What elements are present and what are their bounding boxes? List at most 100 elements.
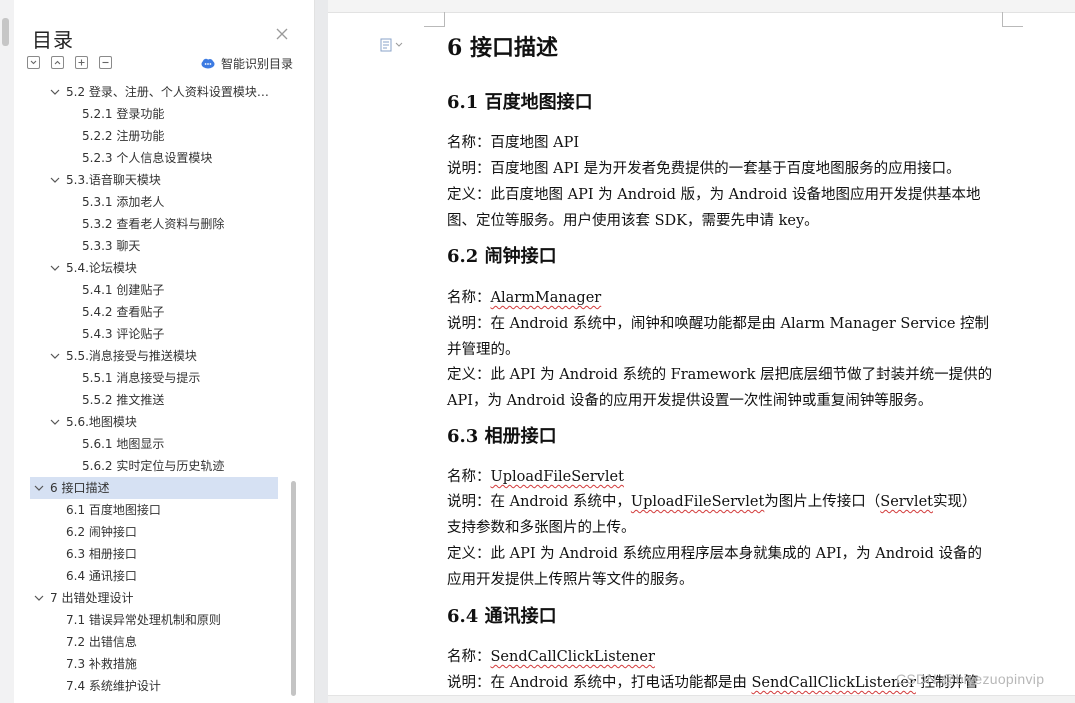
toc-item[interactable]: 7 出错处理设计 [30, 587, 278, 609]
toc-item[interactable]: 6.2 闹钟接口 [30, 521, 278, 543]
chevron-down-icon[interactable] [50, 418, 60, 426]
toc-item[interactable]: 5.4.2 查看贴子 [30, 301, 278, 323]
toc-item[interactable]: 7.3 补救措施 [30, 653, 278, 675]
heading-6-2: 6.2 闹钟接口 [447, 246, 557, 267]
paragraph-line: API，为 Android 设备的应用开发提供设置一次性闹钟或重复闹钟等服务。 [447, 393, 933, 409]
chevron-down-icon[interactable] [50, 264, 60, 272]
paragraph-line: 名称：AlarmManager [447, 286, 1007, 307]
spellcheck-word: AlarmManager [490, 290, 602, 306]
toc-item-active[interactable]: 6 接口描述 [30, 477, 278, 499]
paragraph-line: 说明：在 Android 系统中，闹钟和唤醒功能都是由 Alarm Manage… [447, 316, 990, 332]
spellcheck-word: SendCallClickListener [751, 675, 916, 691]
toc-item[interactable]: 7.1 错误异常处理机制和原则 [30, 609, 278, 631]
toc-scrollbar-thumb[interactable] [291, 481, 296, 696]
toc-item[interactable]: 5.3.语音聊天模块 [30, 169, 278, 191]
toc-item-label: 5.2.3 个人信息设置模块 [82, 151, 213, 165]
toc-item-label: 5.2.1 登录功能 [82, 107, 165, 121]
toc-item[interactable]: 5.4.1 创建贴子 [30, 279, 278, 301]
toc-item[interactable]: 5.5.2 推文推送 [30, 389, 278, 411]
margin-corner-mark [1002, 12, 1023, 27]
spellcheck-word: UploadFileServlet [490, 469, 624, 485]
toc-item[interactable]: 5.5.1 消息接受与提示 [30, 367, 278, 389]
toc-item[interactable]: 5.2.3 个人信息设置模块 [30, 147, 278, 169]
chevron-down-icon[interactable] [34, 594, 44, 602]
paragraph-line: 定义：此 API 为 Android 系统的 Framework 层把底层细节做… [447, 367, 993, 383]
paragraph-line: 定义：此 API 为 Android 系统应用程序层本身就集成的 API，为 A… [447, 546, 983, 562]
toc-item-label: 5.2 登录、注册、个人资料设置模块 ... [66, 85, 272, 99]
toc-item[interactable]: 5.6.1 地图显示 [30, 433, 278, 455]
remove-level-icon[interactable] [99, 56, 112, 69]
toc-item[interactable]: 5.6.地图模块 [30, 411, 278, 433]
toc-list: 5.2 登录、注册、个人资料设置模块 ... 5.2.1 登录功能 5.2.2 … [30, 81, 282, 701]
paragraph-line: 支持参数和多张图片的上传。 [447, 520, 636, 536]
smart-toc-button[interactable]: 智能识别目录 [201, 55, 293, 71]
heading-6-3: 6.3 相册接口 [447, 426, 557, 447]
paragraph-line: 名称：百度地图 API [447, 135, 580, 151]
text-run: 说明：在 Android 系统中，打电话功能都是由 [447, 675, 752, 691]
margin-corner-mark [424, 12, 445, 27]
toc-item[interactable]: 5.5.消息接受与推送模块 [30, 345, 278, 367]
toc-item[interactable]: 5.6.2 实时定位与历史轨迹 [30, 455, 278, 477]
text-run: 为图片上传接口（ [764, 494, 881, 510]
paragraph-line: 图、定位等服务。用户使用该套 SDK，需要先申请 key。 [447, 213, 819, 229]
toc-item-label: 5.3.2 查看老人资料与删除 [82, 217, 225, 231]
cloud-icon [201, 58, 215, 69]
add-level-icon[interactable] [75, 56, 88, 69]
toc-item[interactable]: 5.4.论坛模块 [30, 257, 278, 279]
toc-item-label: 5.2.2 注册功能 [82, 129, 165, 143]
expand-up-icon[interactable] [51, 56, 64, 69]
toc-item[interactable]: 5.3.1 添加老人 [30, 191, 278, 213]
heading-1: 6 接口描述 [447, 35, 558, 61]
smart-toc-label: 智能识别目录 [221, 56, 294, 71]
collapse-all-icon[interactable] [27, 56, 40, 69]
paragraph-line: 名称：UploadFileServlet [447, 465, 1007, 486]
toc-item-label: 7.4 系统维护设计 [66, 679, 161, 693]
toc-item-label: 5.3.3 聊天 [82, 239, 141, 253]
toc-item[interactable]: 7.2 出错信息 [30, 631, 278, 653]
watermark: CSDN @biyezuopinvip [896, 671, 1045, 687]
outer-scrollbar-thumb[interactable] [2, 18, 9, 46]
toc-item[interactable]: 6.4 通讯接口 [30, 565, 278, 587]
toc-item-label: 6 接口描述 [50, 481, 110, 495]
toc-item-label: 5.6.2 实时定位与历史轨迹 [82, 459, 225, 473]
chevron-down-icon[interactable] [50, 176, 60, 184]
toc-item-label: 6.2 闹钟接口 [66, 525, 137, 539]
toc-panel: 目录 智能识别目录 5.2 登录、注册、个人资料设置模块 ... 5.2.1 登… [14, 0, 315, 703]
toc-item-label: 5.5.2 推文推送 [82, 393, 165, 407]
close-icon[interactable] [275, 27, 289, 41]
paragraph-line: 定义：此百度地图 API 为 Android 版，为 Android 设备地图应… [447, 187, 981, 203]
text-run: 名称： [447, 649, 491, 665]
toc-item[interactable]: 5.4.3 评论贴子 [30, 323, 278, 345]
spellcheck-word: Servlet [880, 494, 933, 510]
text-run: 实现） [932, 494, 977, 510]
toc-item[interactable]: 5.2.1 登录功能 [30, 103, 278, 125]
toc-item-label: 7 出错处理设计 [50, 591, 134, 605]
toc-item[interactable]: 6.3 相册接口 [30, 543, 278, 565]
toc-item-label: 5.4.论坛模块 [66, 261, 137, 275]
toc-item-label: 7.1 错误异常处理机制和原则 [66, 613, 221, 627]
outer-scrollbar-track[interactable] [0, 0, 14, 703]
document-page[interactable]: 6 接口描述 6.1 百度地图接口 名称：百度地图 API 说明：百度地图 AP… [328, 0, 1075, 703]
toc-item-label: 5.6.地图模块 [66, 415, 137, 429]
toc-item[interactable]: 5.3.2 查看老人资料与删除 [30, 213, 278, 235]
toc-item-label: 5.5.1 消息接受与提示 [82, 371, 201, 385]
toc-item[interactable]: 7.4 系统维护设计 [30, 675, 278, 697]
toc-item-label: 6.1 百度地图接口 [66, 503, 161, 517]
toc-item-label: 5.4.1 创建贴子 [82, 283, 165, 297]
heading-6-4: 6.4 通讯接口 [447, 606, 557, 627]
toc-item[interactable]: 5.2 登录、注册、个人资料设置模块 ... [30, 81, 278, 103]
toc-item-label: 5.6.1 地图显示 [82, 437, 165, 451]
paragraph-style-icon[interactable] [380, 38, 404, 52]
toc-item-label: 5.3.1 添加老人 [82, 195, 165, 209]
toc-item-label: 5.3.语音聊天模块 [66, 173, 161, 187]
paragraph-line: 说明：在 Android 系统中，UploadFileServlet为图片上传接… [447, 490, 1007, 511]
chevron-down-icon[interactable] [50, 352, 60, 360]
toc-item[interactable]: 6.1 百度地图接口 [30, 499, 278, 521]
chevron-down-icon[interactable] [50, 88, 60, 96]
toc-item[interactable]: 5.3.3 聊天 [30, 235, 278, 257]
chevron-down-icon[interactable] [34, 484, 44, 492]
page-gap [315, 0, 328, 703]
text-run: 说明：在 Android 系统中， [447, 494, 631, 510]
toc-item[interactable]: 5.2.2 注册功能 [30, 125, 278, 147]
text-run: 名称： [447, 469, 491, 485]
